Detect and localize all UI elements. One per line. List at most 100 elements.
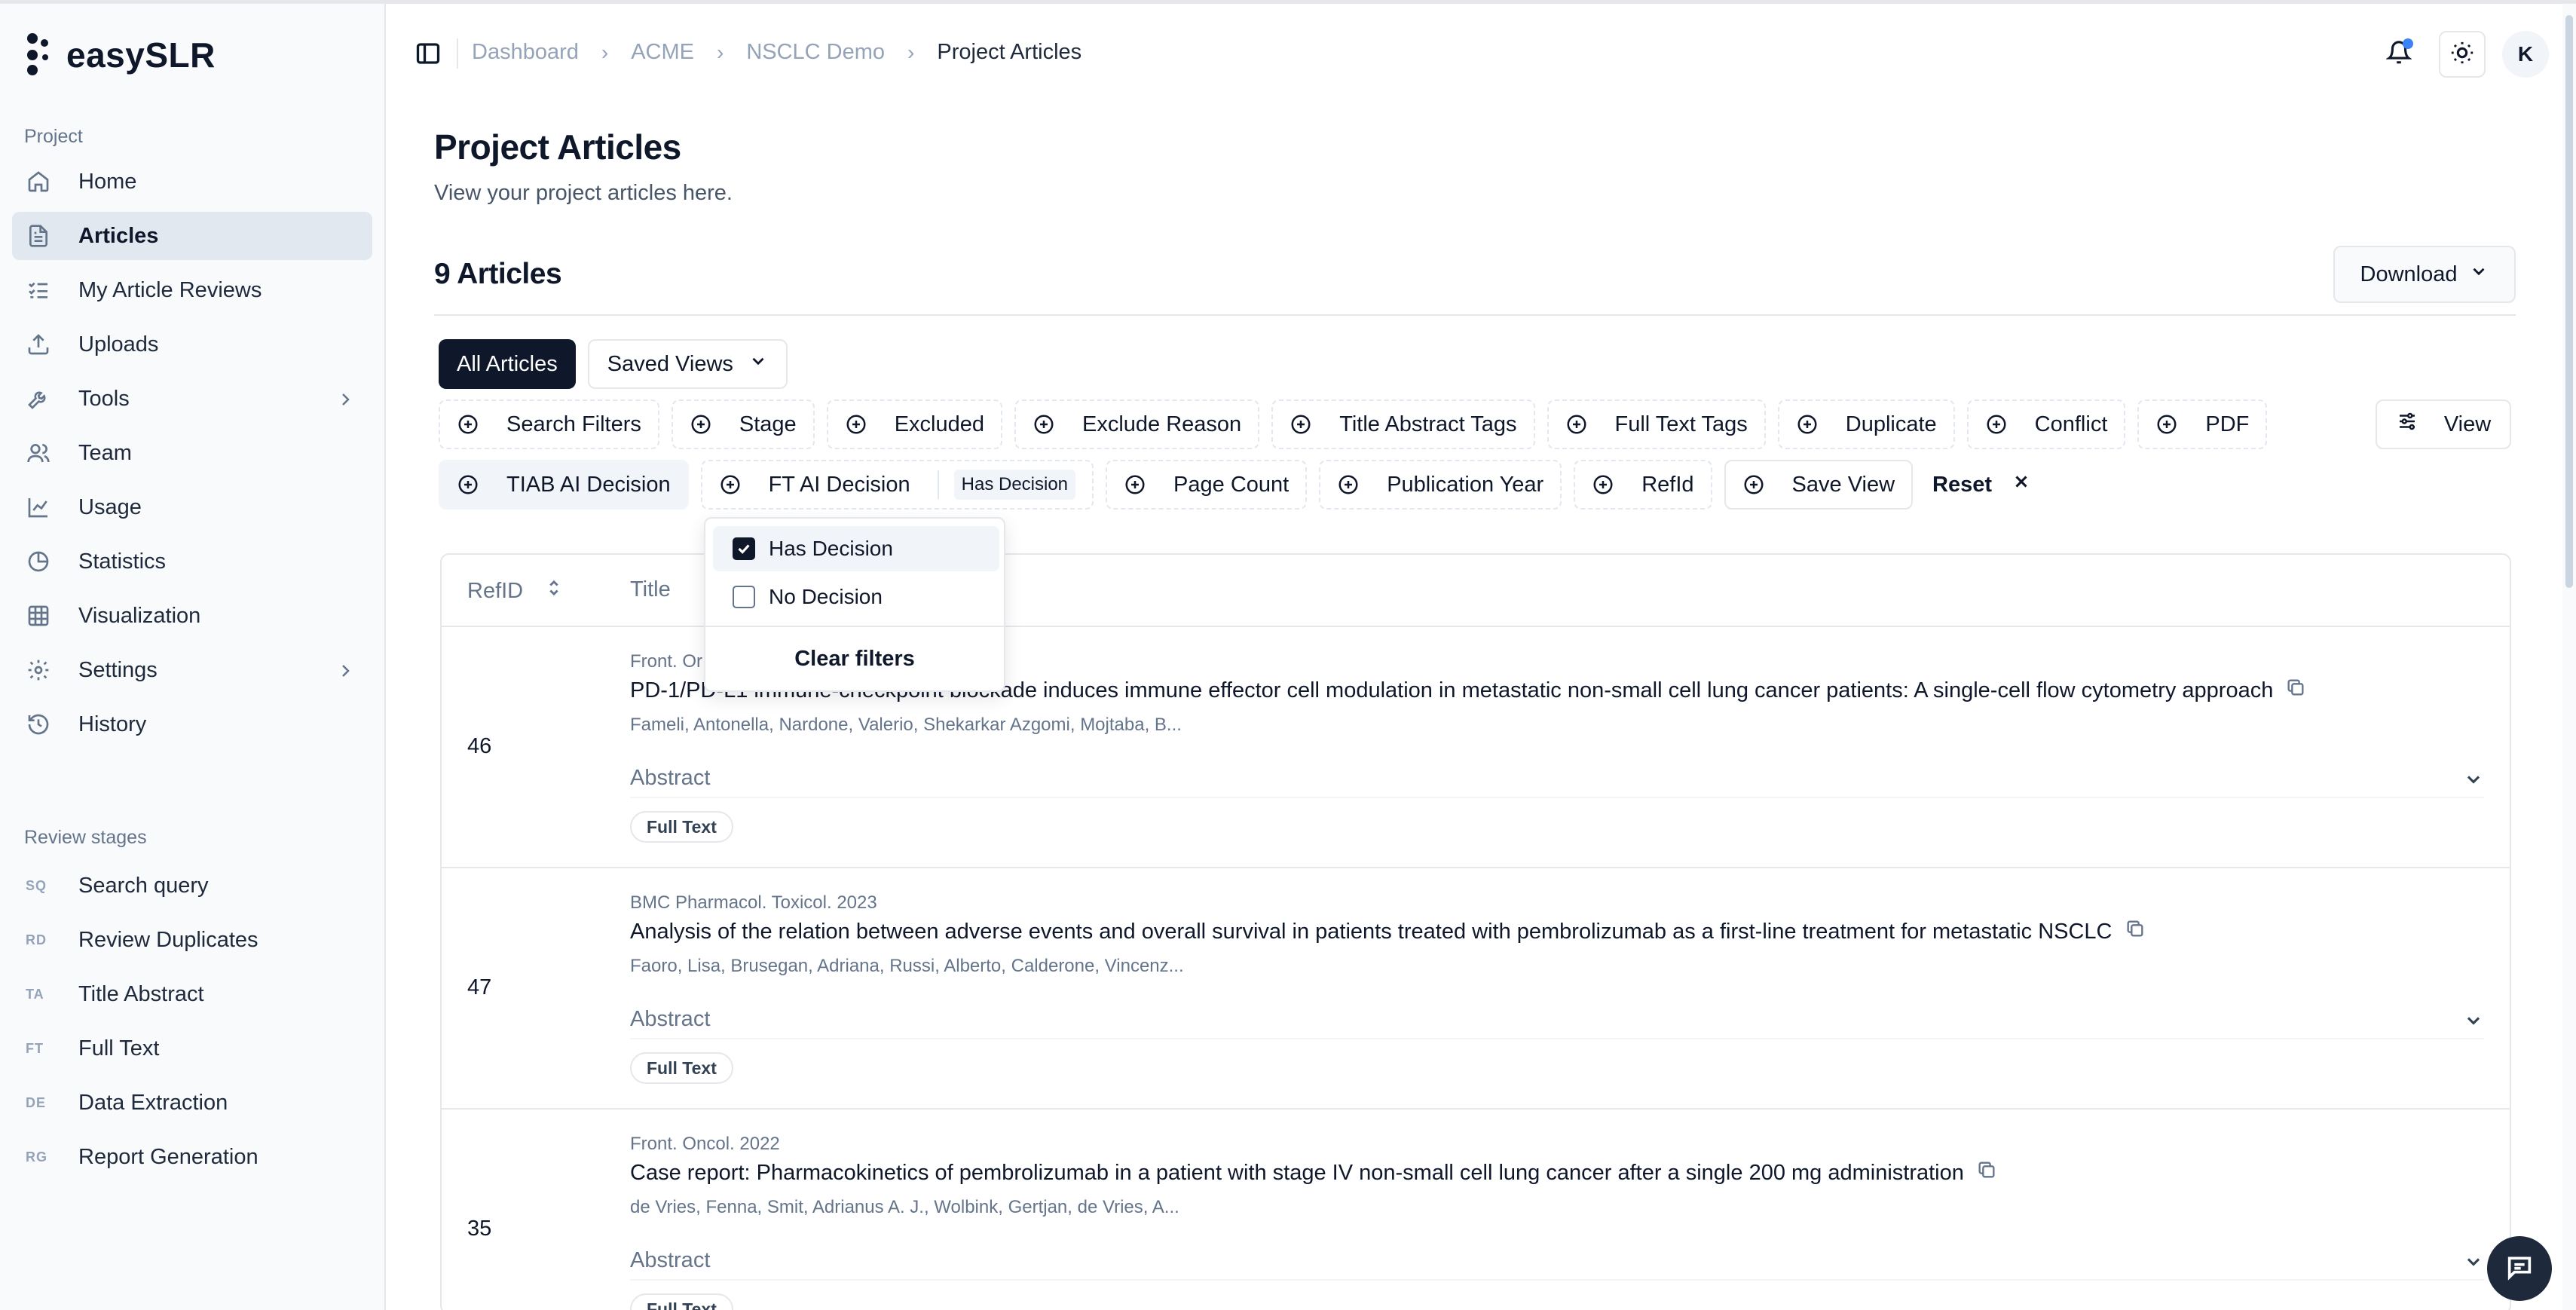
sidebar-item-usage[interactable]: Usage xyxy=(12,483,372,531)
sidebar: easySLR Project Home Articles My Article… xyxy=(0,4,386,1310)
notifications-button[interactable] xyxy=(2376,31,2422,78)
filter-stage[interactable]: Stage xyxy=(671,399,815,449)
sidebar-item-team[interactable]: Team xyxy=(12,429,372,477)
checkbox-checked[interactable] xyxy=(733,537,755,560)
clear-filters-button[interactable]: Clear filters xyxy=(705,638,1004,680)
filter-exclude-reason[interactable]: Exclude Reason xyxy=(1014,399,1260,449)
option-no-decision[interactable]: No Decision xyxy=(713,574,999,620)
sidebar-item-uploads[interactable]: Uploads xyxy=(12,320,372,369)
stage-badge: Full Text xyxy=(630,1052,733,1084)
breadcrumb-dashboard[interactable]: Dashboard xyxy=(472,40,579,65)
row-title-text: Analysis of the relation between adverse… xyxy=(630,919,2113,944)
chevron-down-icon[interactable] xyxy=(2463,769,2484,790)
sidebar-item-label: Home xyxy=(78,169,137,194)
filter-full-text-tags[interactable]: Full Text Tags xyxy=(1547,399,1766,449)
stage-item-review-duplicates[interactable]: RD Review Duplicates xyxy=(12,916,372,964)
scrollbar-thumb[interactable] xyxy=(2565,15,2573,588)
grid-icon xyxy=(26,603,51,629)
abstract-toggle[interactable]: Abstract xyxy=(630,1007,710,1032)
chevron-down-icon[interactable] xyxy=(2463,1251,2484,1272)
download-label: Download xyxy=(2360,262,2458,286)
breadcrumb-separator-icon: › xyxy=(907,40,915,64)
option-has-decision[interactable]: Has Decision xyxy=(713,526,999,571)
checkbox-unchecked[interactable] xyxy=(733,586,755,608)
app-logo[interactable]: easySLR xyxy=(24,32,216,78)
stage-item-report-generation[interactable]: RG Report Generation xyxy=(12,1133,372,1181)
column-header-refid[interactable]: RefID xyxy=(467,577,562,604)
filter-ft-ai-decision[interactable]: FT AI Decision Has Decision xyxy=(700,460,1094,510)
sidebar-toggle-icon[interactable] xyxy=(415,40,442,67)
list-checks-icon xyxy=(26,277,51,303)
row-title[interactable]: Case report: Pharmacokinetics of pembrol… xyxy=(630,1159,1997,1186)
plus-circle-icon xyxy=(719,473,742,496)
table-row[interactable]: 35 Front. Oncol. 2022 Case report: Pharm… xyxy=(442,1110,2510,1310)
home-icon xyxy=(26,169,51,194)
view-label: View xyxy=(2443,412,2492,436)
sidebar-item-statistics[interactable]: Statistics xyxy=(12,537,372,586)
save-view-button[interactable]: Save View xyxy=(1724,460,1914,510)
filter-tiab-ai-decision[interactable]: TIAB AI Decision xyxy=(439,460,689,510)
filter-label: Publication Year xyxy=(1387,472,1544,497)
filter-search-filters[interactable]: Search Filters xyxy=(439,399,659,449)
file-text-icon xyxy=(26,223,51,249)
row-title[interactable]: Analysis of the relation between adverse… xyxy=(630,918,2146,945)
copy-icon[interactable] xyxy=(2125,918,2146,945)
breadcrumb-acme[interactable]: ACME xyxy=(631,40,694,65)
filter-page-count[interactable]: Page Count xyxy=(1106,460,1308,510)
sidebar-item-settings[interactable]: Settings xyxy=(12,646,372,694)
popover-divider xyxy=(705,626,1004,627)
plus-circle-icon xyxy=(1290,413,1312,436)
tab-all-articles[interactable]: All Articles xyxy=(439,339,576,389)
saved-views-dropdown[interactable]: Saved Views xyxy=(587,339,788,389)
sidebar-item-history[interactable]: History xyxy=(12,700,372,748)
chevron-down-icon xyxy=(2469,262,2489,287)
breadcrumb-separator-icon: › xyxy=(717,40,724,64)
sidebar-item-tools[interactable]: Tools xyxy=(12,375,372,423)
row-title-text: Case report: Pharmacokinetics of pembrol… xyxy=(630,1160,1964,1185)
sidebar-item-articles[interactable]: Articles xyxy=(12,212,372,260)
filter-pdf[interactable]: PDF xyxy=(2137,399,2268,449)
download-button[interactable]: Download xyxy=(2333,246,2516,303)
row-authors: Fameli, Antonella, Nardone, Valerio, She… xyxy=(630,715,1182,735)
copy-icon[interactable] xyxy=(2285,677,2306,704)
chevron-down-icon[interactable] xyxy=(2463,1010,2484,1031)
reset-filters-button[interactable]: Reset xyxy=(1925,460,2039,510)
filter-title-abstract-tags[interactable]: Title Abstract Tags xyxy=(1271,399,1535,449)
filter-refid[interactable]: RefId xyxy=(1574,460,1712,510)
stage-badge: Full Text xyxy=(630,1293,733,1310)
stage-item-title-abstract[interactable]: TA Title Abstract xyxy=(12,970,372,1018)
abstract-toggle[interactable]: Abstract xyxy=(630,766,710,791)
stage-item-full-text[interactable]: FT Full Text xyxy=(12,1024,372,1073)
column-label: Title xyxy=(630,577,671,601)
line-chart-icon xyxy=(26,494,51,520)
stage-item-data-extraction[interactable]: DE Data Extraction xyxy=(12,1079,372,1127)
breadcrumb-project[interactable]: NSCLC Demo xyxy=(746,40,885,65)
filter-label: TIAB AI Decision xyxy=(506,472,671,497)
row-authors: de Vries, Fenna, Smit, Adrianus A. J., W… xyxy=(630,1197,1179,1217)
chip-separator xyxy=(937,470,939,499)
sidebar-item-visualization[interactable]: Visualization xyxy=(12,592,372,640)
table-row[interactable]: 47 BMC Pharmacol. Toxicol. 2023 Analysis… xyxy=(442,868,2510,1110)
top-header: Dashboard › ACME › NSCLC Demo › Project … xyxy=(387,4,2576,102)
view-options-button[interactable]: View xyxy=(2376,399,2511,449)
sidebar-item-label: Settings xyxy=(78,657,158,682)
copy-icon[interactable] xyxy=(1976,1159,1997,1186)
theme-toggle-button[interactable] xyxy=(2439,31,2486,78)
sidebar-item-home[interactable]: Home xyxy=(12,158,372,206)
chat-button[interactable] xyxy=(2487,1236,2552,1301)
users-icon xyxy=(26,440,51,466)
sidebar-item-my-article-reviews[interactable]: My Article Reviews xyxy=(12,266,372,314)
project-nav: Home Articles My Article Reviews Uploads… xyxy=(12,158,372,754)
filter-publication-year[interactable]: Publication Year xyxy=(1319,460,1562,510)
row-journal: Front. Or xyxy=(630,651,703,672)
filter-conflict[interactable]: Conflict xyxy=(1966,399,2126,449)
column-header-title[interactable]: Title xyxy=(630,577,671,602)
reset-label: Reset xyxy=(1932,472,1993,497)
gear-icon xyxy=(26,657,51,683)
filter-label: Exclude Reason xyxy=(1082,412,1242,436)
filter-duplicate[interactable]: Duplicate xyxy=(1777,399,1955,449)
abstract-toggle[interactable]: Abstract xyxy=(630,1248,710,1273)
stage-item-search-query[interactable]: SQ Search query xyxy=(12,862,372,910)
avatar[interactable]: K xyxy=(2502,31,2549,78)
filter-excluded[interactable]: Excluded xyxy=(826,399,1002,449)
